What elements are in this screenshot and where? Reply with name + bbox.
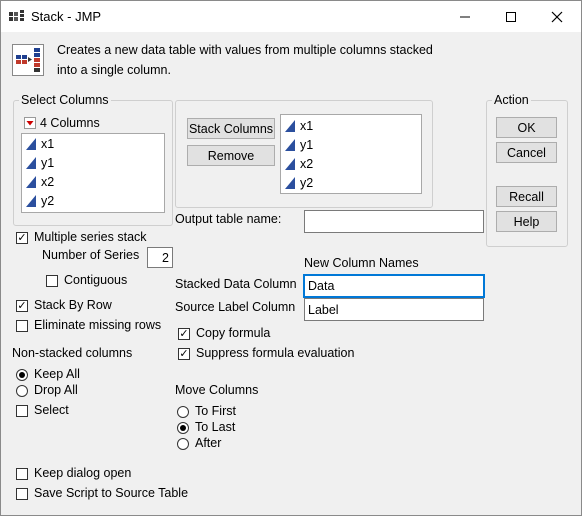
select-checkbox[interactable] <box>16 405 28 417</box>
move-columns-header: Move Columns <box>175 383 259 397</box>
copy-formula-label: Copy formula <box>196 326 271 340</box>
number-of-series-input[interactable]: 2 <box>147 247 173 268</box>
continuous-column-icon <box>285 139 295 151</box>
list-item[interactable]: x2 <box>26 173 54 191</box>
contiguous-label: Contiguous <box>64 273 128 287</box>
list-item[interactable]: x1 <box>26 135 54 153</box>
continuous-column-icon <box>285 120 295 132</box>
stack-columns-button[interactable]: Stack Columns <box>187 118 275 139</box>
continuous-column-icon <box>26 195 36 207</box>
stacked-columns-list[interactable]: x1 y1 x2 y2 <box>280 114 422 194</box>
to-first-radio[interactable] <box>177 406 189 418</box>
continuous-column-icon <box>285 158 295 170</box>
cancel-button[interactable]: Cancel <box>496 142 557 163</box>
suppress-formula-checkbox[interactable]: ✓ <box>178 348 190 360</box>
stack-by-row-label: Stack By Row <box>34 298 112 312</box>
number-of-series-label: Number of Series <box>42 248 140 262</box>
non-stacked-columns-header: Non-stacked columns <box>12 346 133 360</box>
description-line-2: into a single column. <box>57 63 171 77</box>
stack-icon <box>12 44 44 76</box>
continuous-column-icon <box>26 138 36 150</box>
available-columns-list[interactable]: x1 y1 x2 y2 <box>21 133 165 213</box>
list-item[interactable]: x1 <box>285 117 313 135</box>
remove-button[interactable]: Remove <box>187 145 275 166</box>
action-label: Action <box>492 93 531 107</box>
list-item[interactable]: y2 <box>26 192 54 210</box>
select-label: Select <box>34 403 69 417</box>
contiguous-checkbox[interactable] <box>46 275 58 287</box>
continuous-column-icon <box>285 177 295 189</box>
to-last-label: To Last <box>195 420 236 434</box>
multiple-series-stack-checkbox[interactable]: ✓ <box>16 232 28 244</box>
title-bar: Stack - JMP <box>1 1 581 32</box>
drop-all-label: Drop All <box>34 383 78 397</box>
select-columns-label: Select Columns <box>19 93 111 107</box>
list-item[interactable]: y1 <box>285 136 313 154</box>
save-script-label: Save Script to Source Table <box>34 486 189 500</box>
maximize-icon <box>506 11 516 22</box>
minimize-icon <box>460 16 470 17</box>
ok-button[interactable]: OK <box>496 117 557 138</box>
close-button[interactable] <box>534 1 580 32</box>
eliminate-missing-rows-checkbox[interactable] <box>16 320 28 332</box>
list-item[interactable]: y1 <box>26 154 54 172</box>
keep-all-radio[interactable] <box>16 369 28 381</box>
copy-formula-checkbox[interactable]: ✓ <box>178 328 190 340</box>
maximize-button[interactable] <box>488 1 534 32</box>
description-line-1: Creates a new data table with values fro… <box>57 43 433 57</box>
source-label-column-label: Source Label Column <box>175 300 296 314</box>
to-first-label: To First <box>195 404 236 418</box>
output-table-name-input[interactable] <box>304 210 484 233</box>
help-button[interactable]: Help <box>496 211 557 232</box>
stack-dialog-window: Stack - JMP Creates a new data table wit… <box>0 0 582 516</box>
save-script-checkbox[interactable] <box>16 488 28 500</box>
list-item[interactable]: y2 <box>285 174 313 192</box>
columns-count-label: 4 Columns <box>40 116 100 130</box>
list-item[interactable]: x2 <box>285 155 313 173</box>
jmp-app-icon <box>9 10 24 21</box>
recall-button[interactable]: Recall <box>496 186 557 207</box>
multiple-series-stack-label: Multiple series stack <box>34 230 147 244</box>
to-last-radio[interactable] <box>177 422 189 434</box>
new-column-names-header: New Column Names <box>304 256 419 270</box>
red-triangle-menu-icon <box>24 117 36 129</box>
stacked-data-column-label: Stacked Data Column <box>175 277 297 291</box>
keep-all-label: Keep All <box>34 367 80 381</box>
source-label-column-input[interactable]: Label <box>304 298 484 321</box>
columns-count-menu[interactable]: 4 Columns <box>24 116 100 130</box>
after-label: After <box>195 436 222 450</box>
stacked-data-column-input[interactable]: Data <box>303 274 485 298</box>
minimize-button[interactable] <box>442 1 488 32</box>
window-title: Stack - JMP <box>31 9 102 24</box>
drop-all-radio[interactable] <box>16 385 28 397</box>
close-icon <box>551 11 563 22</box>
keep-dialog-open-label: Keep dialog open <box>34 466 132 480</box>
suppress-formula-label: Suppress formula evaluation <box>196 346 355 360</box>
keep-dialog-open-checkbox[interactable] <box>16 468 28 480</box>
stack-by-row-checkbox[interactable]: ✓ <box>16 300 28 312</box>
output-table-name-label: Output table name: <box>175 212 282 226</box>
continuous-column-icon <box>26 157 36 169</box>
continuous-column-icon <box>26 176 36 188</box>
eliminate-missing-rows-label: Eliminate missing rows <box>34 318 162 332</box>
after-radio[interactable] <box>177 438 189 450</box>
